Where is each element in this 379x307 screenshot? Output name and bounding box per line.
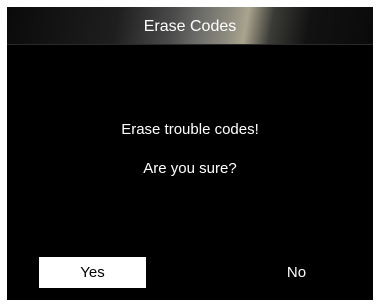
device-screen: Erase Codes Erase trouble codes! Are you… <box>7 7 373 300</box>
title-bar: Erase Codes <box>7 7 373 45</box>
confirm-question: Are you sure? <box>143 160 237 177</box>
yes-button[interactable]: Yes <box>39 257 146 288</box>
page-title: Erase Codes <box>143 18 237 35</box>
confirm-message: Erase trouble codes! <box>121 121 259 138</box>
no-button[interactable]: No <box>243 257 350 288</box>
